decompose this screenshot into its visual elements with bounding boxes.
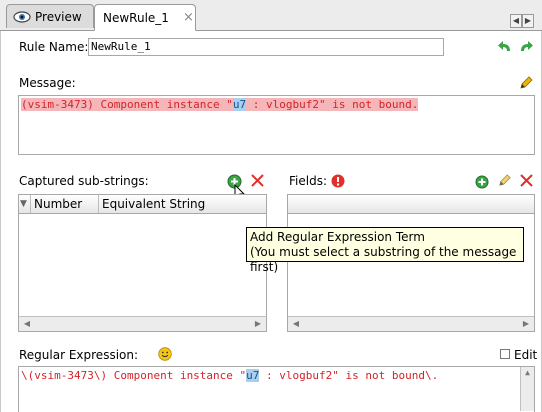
- eye-icon: [13, 10, 31, 23]
- message-text-selected: u7: [232, 98, 247, 111]
- tooltip-line1: Add Regular Expression Term: [250, 230, 425, 244]
- pencil-icon[interactable]: [518, 75, 534, 94]
- message-text-after: : vlogbuf2" is not bound.: [246, 98, 419, 111]
- tab-preview-label: Preview: [35, 9, 82, 24]
- tab-scroll-left-icon[interactable]: ◀: [510, 14, 522, 28]
- scroll-left-icon[interactable]: ◀: [290, 318, 302, 329]
- column-equivalent-string[interactable]: Equivalent String: [99, 195, 266, 213]
- scroll-left-icon[interactable]: ◀: [21, 318, 33, 329]
- captured-hscrollbar[interactable]: ◀ ▶: [19, 316, 266, 331]
- captured-table: ▼ Number Equivalent String ◀ ▶: [18, 194, 267, 332]
- tab-scroll-arrows: ◀ ▶: [510, 14, 536, 28]
- scroll-right-icon[interactable]: ▶: [520, 318, 532, 329]
- undo-icon[interactable]: [497, 40, 513, 57]
- fields-hscrollbar[interactable]: ◀ ▶: [288, 316, 534, 331]
- tab-newrule[interactable]: NewRule_1 ×: [94, 4, 196, 31]
- regex-vscrollbar[interactable]: ▲: [520, 367, 534, 411]
- captured-label: Captured sub-strings:: [19, 174, 149, 188]
- rule-name-value: NewRule_1: [91, 40, 151, 53]
- edit-checkbox[interactable]: [500, 349, 510, 359]
- captured-table-header: ▼ Number Equivalent String: [19, 195, 266, 214]
- regex-text-before: \(vsim-3473\) Component instance ": [21, 369, 247, 382]
- edit-checkbox-label: Edit: [514, 348, 538, 362]
- regex-label: Regular Expression:: [19, 348, 139, 362]
- tab-scroll-right-icon[interactable]: ▶: [522, 14, 534, 28]
- rule-name-input[interactable]: NewRule_1: [88, 38, 444, 56]
- smiley-icon: [158, 347, 172, 364]
- redo-icon[interactable]: [518, 40, 534, 57]
- tab-newrule-label: NewRule_1: [103, 10, 169, 25]
- tab-strip: Preview NewRule_1 × ◀ ▶: [0, 0, 542, 31]
- scroll-up-icon[interactable]: ▲: [521, 367, 534, 379]
- close-icon[interactable]: ×: [183, 10, 194, 25]
- tooltip-line2: (You must select a substring of the mess…: [250, 245, 517, 274]
- rule-editor-panel: Rule Name: NewRule_1 Message: (vsim-3473…: [0, 31, 542, 412]
- delete-field-icon[interactable]: [519, 173, 534, 191]
- regex-text-selected: u7: [246, 369, 260, 382]
- error-icon: [331, 174, 345, 191]
- rule-name-label: Rule Name:: [19, 40, 89, 54]
- regex-field[interactable]: \(vsim-3473\) Component instance "u7 : v…: [18, 366, 535, 412]
- add-term-tooltip: Add Regular Expression Term (You must se…: [246, 227, 524, 274]
- delete-term-icon[interactable]: [250, 173, 265, 191]
- column-sort-icon[interactable]: ▼: [19, 195, 31, 213]
- edit-field-pencil-icon[interactable]: [497, 173, 512, 191]
- scroll-right-icon[interactable]: ▶: [252, 318, 264, 329]
- fields-table-header: [288, 195, 534, 214]
- tab-preview[interactable]: Preview: [6, 4, 94, 28]
- message-text-before: (vsim-3473) Component instance ": [21, 98, 233, 111]
- fields-label: Fields:: [289, 174, 327, 188]
- column-number[interactable]: Number: [31, 195, 99, 213]
- add-field-icon[interactable]: [475, 175, 489, 192]
- regex-text-after: : vlogbuf2" is not bound\.: [259, 369, 439, 382]
- message-field[interactable]: (vsim-3473) Component instance "u7 : vlo…: [18, 95, 535, 155]
- message-label: Message:: [19, 76, 76, 90]
